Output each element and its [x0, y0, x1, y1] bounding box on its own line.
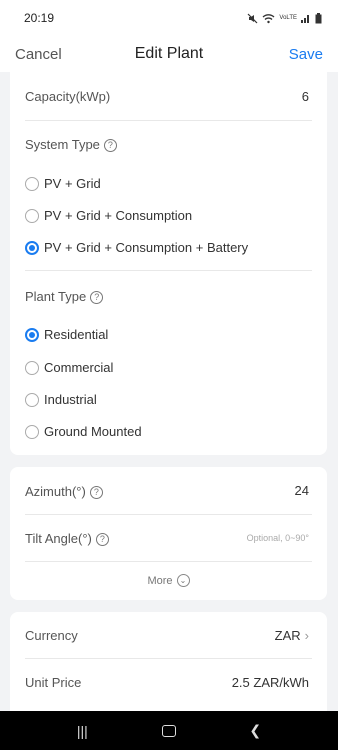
option-label: Residential	[44, 327, 109, 342]
system-type-heading: System Type?	[25, 136, 117, 154]
azimuth-heading: Azimuth(°)?	[25, 483, 103, 501]
system-type-option-pv-grid[interactable]: PV + Grid	[25, 176, 101, 191]
system-navigation-bar: ||| ❮	[0, 711, 338, 750]
divider	[25, 514, 312, 515]
radio-unchecked[interactable]	[25, 424, 39, 439]
system-type-option-pv-grid-consumption-battery[interactable]: PV + Grid + Consumption + Battery	[25, 240, 248, 255]
plant-type-option-ground-mounted[interactable]: Ground Mounted	[25, 424, 142, 439]
unit-price-label: Unit Price	[25, 675, 82, 690]
more-label: More	[147, 574, 173, 587]
system-type-option-pv-grid-consumption[interactable]: PV + Grid + Consumption	[25, 208, 192, 223]
help-icon[interactable]: ?	[89, 486, 103, 499]
radio-unchecked[interactable]	[25, 208, 39, 223]
divider	[25, 561, 312, 562]
plant-type-label: Plant Type	[25, 289, 87, 304]
help-icon[interactable]: ?	[95, 533, 109, 546]
capacity-label: Capacity(kWp)	[25, 89, 111, 104]
radio-checked[interactable]	[25, 327, 39, 342]
plant-type-option-industrial[interactable]: Industrial	[25, 392, 97, 407]
volte-icon: VoLTE	[279, 15, 297, 21]
header: Cancel Edit Plant Save	[0, 36, 338, 72]
help-icon[interactable]: ?	[103, 139, 117, 152]
tilt-input[interactable]: Optional, 0~90°	[247, 533, 309, 543]
mute-icon	[247, 13, 258, 23]
tilt-heading: Tilt Angle(°)?	[25, 530, 109, 548]
plant-type-heading: Plant Type?	[25, 288, 104, 306]
status-time: 20:19	[24, 11, 55, 25]
signal-icon	[301, 15, 309, 23]
orientation-card: Azimuth(°)? 24 Tilt Angle(°)? Optional, …	[10, 467, 327, 600]
plant-type-option-residential[interactable]: Residential	[25, 327, 108, 342]
chevron-right-icon: ›	[304, 628, 309, 643]
unit-price-value[interactable]: 2.5 ZAR/kWh	[232, 675, 309, 690]
plant-info-card: Capacity(kWp) 6 System Type? PV + Grid P…	[10, 72, 327, 455]
status-icons: VoLTE	[247, 12, 322, 24]
wifi-icon	[262, 13, 275, 23]
option-label: Ground Mounted	[44, 424, 142, 439]
save-button[interactable]: Save	[289, 46, 323, 63]
tilt-label: Tilt Angle(°)	[25, 531, 92, 546]
radio-unchecked[interactable]	[25, 392, 39, 407]
plant-type-option-commercial[interactable]: Commercial	[25, 360, 113, 375]
battery-icon	[315, 12, 322, 23]
home-icon[interactable]	[161, 724, 176, 737]
currency-label: Currency	[25, 628, 78, 643]
divider	[25, 120, 312, 121]
system-type-label: System Type	[25, 137, 100, 152]
radio-unchecked[interactable]	[25, 176, 39, 191]
more-button[interactable]: More ⌄	[10, 574, 327, 587]
option-label: PV + Grid	[44, 176, 101, 191]
option-label: PV + Grid + Consumption	[44, 208, 193, 223]
azimuth-value[interactable]: 24	[295, 483, 309, 498]
option-label: Industrial	[44, 392, 97, 407]
help-icon[interactable]: ?	[90, 291, 104, 304]
recent-apps-icon[interactable]: |||	[77, 723, 88, 739]
option-label: PV + Grid + Consumption + Battery	[44, 240, 249, 255]
chevron-down-icon: ⌄	[176, 574, 190, 587]
edit-plant-screen: 20:19 VoLTE Cancel Edit Plant Save Capac…	[0, 0, 338, 750]
radio-unchecked[interactable]	[25, 360, 39, 375]
status-bar: 20:19 VoLTE	[0, 0, 338, 36]
option-label: Commercial	[44, 360, 114, 375]
azimuth-label: Azimuth(°)	[25, 484, 86, 499]
divider	[25, 270, 312, 271]
capacity-value[interactable]: 6	[302, 89, 309, 104]
radio-checked[interactable]	[25, 240, 39, 255]
page-title: Edit Plant	[134, 45, 204, 62]
currency-selector[interactable]: ZAR ›	[275, 628, 309, 643]
back-icon[interactable]: ❮	[249, 722, 261, 739]
currency-value: ZAR	[274, 628, 301, 643]
cancel-button[interactable]: Cancel	[15, 46, 62, 63]
divider	[25, 658, 312, 659]
